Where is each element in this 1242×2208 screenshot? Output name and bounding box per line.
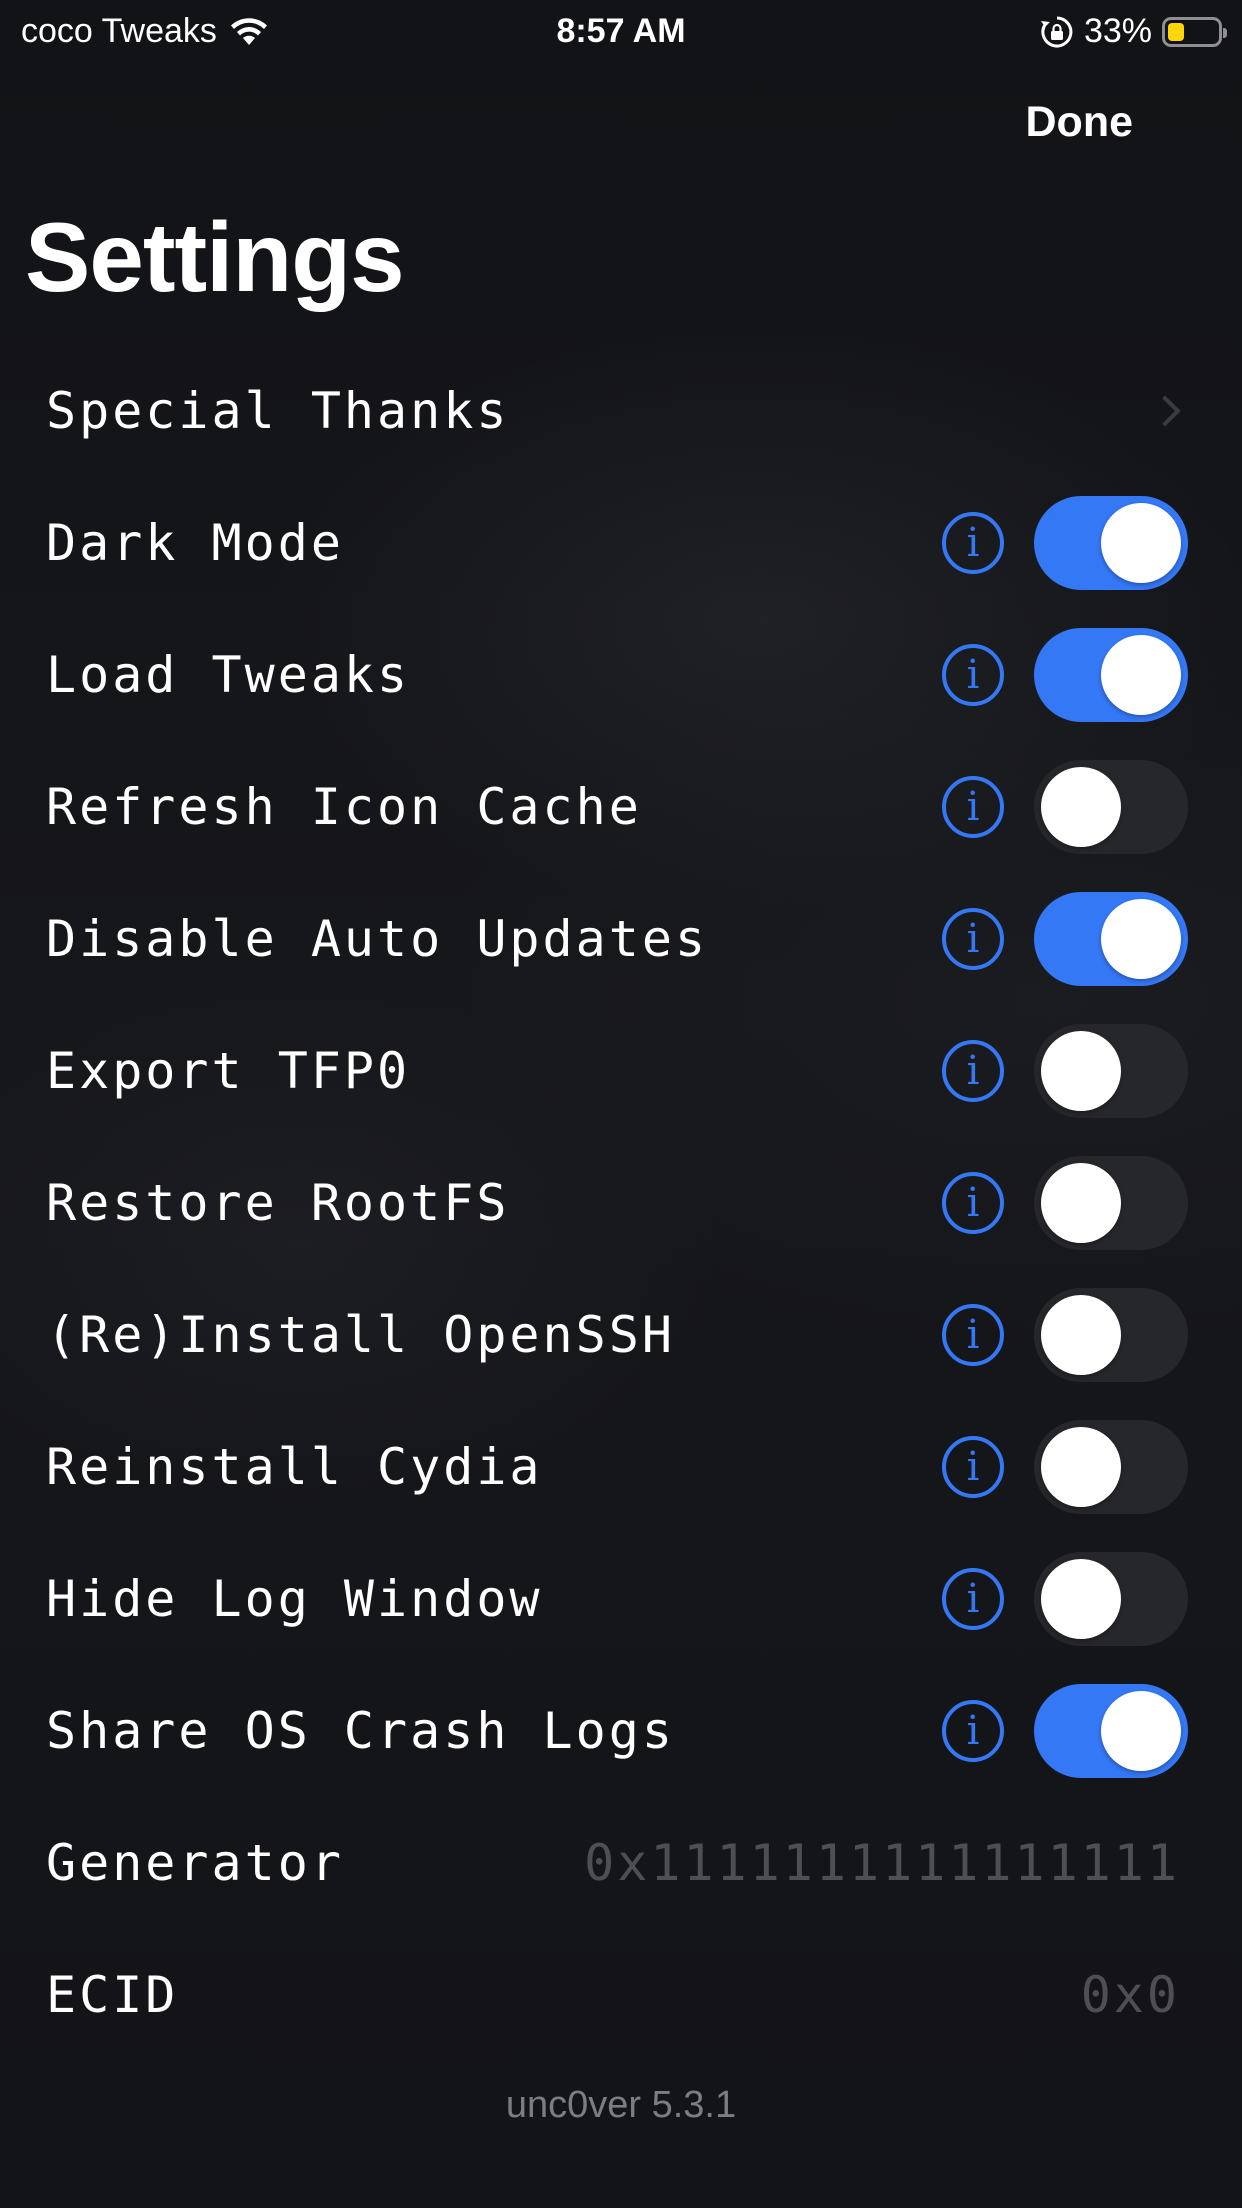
info-icon[interactable]: i bbox=[942, 776, 1004, 838]
info-icon[interactable]: i bbox=[942, 1172, 1004, 1234]
battery-percent: 33% bbox=[1083, 12, 1152, 50]
row-hide-log-window: Hide Log Window i bbox=[0, 1533, 1242, 1665]
toggle-knob bbox=[1041, 1295, 1121, 1375]
dark-mode-toggle[interactable] bbox=[1034, 496, 1188, 590]
info-icon[interactable]: i bbox=[942, 1568, 1004, 1630]
row-label: Reinstall Cydia bbox=[46, 1438, 543, 1496]
orientation-lock-icon bbox=[1040, 16, 1073, 47]
toggle-knob bbox=[1101, 635, 1181, 715]
row-label: Share OS Crash Logs bbox=[46, 1702, 675, 1760]
row-ecid[interactable]: ECID 0x0 bbox=[0, 1929, 1242, 2061]
row-disable-auto-updates: Disable Auto Updates i bbox=[0, 873, 1242, 1005]
row-label: Export TFP0 bbox=[46, 1042, 411, 1100]
row-label: Generator bbox=[46, 1834, 344, 1892]
toggle-knob bbox=[1041, 767, 1121, 847]
battery-icon bbox=[1162, 16, 1227, 47]
chevron-right-icon bbox=[1149, 395, 1181, 427]
version-label: unc0ver 5.3.1 bbox=[505, 2084, 737, 2126]
row-restore-rootfs: Restore RootFS i bbox=[0, 1137, 1242, 1269]
row-label: Disable Auto Updates bbox=[46, 910, 709, 968]
info-icon[interactable]: i bbox=[942, 908, 1004, 970]
load-tweaks-toggle[interactable] bbox=[1034, 628, 1188, 722]
reinstall-cydia-toggle[interactable] bbox=[1034, 1420, 1188, 1514]
row-label: Restore RootFS bbox=[46, 1174, 510, 1232]
row-load-tweaks: Load Tweaks i bbox=[0, 609, 1242, 741]
row-reinstall-cydia: Reinstall Cydia i bbox=[0, 1401, 1242, 1533]
row-generator[interactable]: Generator 0x1111111111111111 bbox=[0, 1797, 1242, 1929]
done-button[interactable]: Done bbox=[1026, 98, 1134, 147]
disable-auto-updates-toggle[interactable] bbox=[1034, 892, 1188, 986]
row-label: Dark Mode bbox=[46, 514, 344, 572]
toggle-knob bbox=[1041, 1163, 1121, 1243]
share-crash-logs-toggle[interactable] bbox=[1034, 1684, 1188, 1778]
row-reinstall-openssh: (Re)Install OpenSSH i bbox=[0, 1269, 1242, 1401]
toggle-knob bbox=[1101, 899, 1181, 979]
info-icon[interactable]: i bbox=[942, 1040, 1004, 1102]
toggle-knob bbox=[1101, 503, 1181, 583]
toggle-knob bbox=[1101, 1691, 1181, 1771]
status-bar: coco Tweaks 8:57 AM 33% bbox=[0, 0, 1242, 64]
row-special-thanks[interactable]: Special Thanks bbox=[0, 345, 1242, 477]
restore-rootfs-toggle[interactable] bbox=[1034, 1156, 1188, 1250]
info-icon[interactable]: i bbox=[942, 644, 1004, 706]
toggle-knob bbox=[1041, 1031, 1121, 1111]
row-share-crash-logs: Share OS Crash Logs i bbox=[0, 1665, 1242, 1797]
ecid-value[interactable]: 0x0 bbox=[1081, 1966, 1180, 2024]
row-label: Refresh Icon Cache bbox=[46, 778, 642, 836]
info-icon[interactable]: i bbox=[942, 1304, 1004, 1366]
row-label: ECID bbox=[46, 1966, 179, 2024]
hide-log-window-toggle[interactable] bbox=[1034, 1552, 1188, 1646]
export-tfp0-toggle[interactable] bbox=[1034, 1024, 1188, 1118]
row-label: Special Thanks bbox=[46, 382, 510, 440]
row-label: (Re)Install OpenSSH bbox=[46, 1306, 675, 1364]
info-icon[interactable]: i bbox=[942, 1700, 1004, 1762]
reinstall-openssh-toggle[interactable] bbox=[1034, 1288, 1188, 1382]
toggle-knob bbox=[1041, 1559, 1121, 1639]
row-label: Hide Log Window bbox=[46, 1570, 543, 1628]
toggle-knob bbox=[1041, 1427, 1121, 1507]
status-right: 33% bbox=[1040, 12, 1227, 51]
battery-level bbox=[1168, 22, 1184, 41]
row-refresh-icon-cache: Refresh Icon Cache i bbox=[0, 741, 1242, 873]
row-dark-mode: Dark Mode i bbox=[0, 477, 1242, 609]
settings-list: Special Thanks Dark Mode i Load Tweaks i… bbox=[0, 345, 1242, 2061]
generator-value[interactable]: 0x1111111111111111 bbox=[584, 1834, 1180, 1892]
row-label: Load Tweaks bbox=[46, 646, 411, 704]
info-icon[interactable]: i bbox=[942, 1436, 1004, 1498]
refresh-icon-cache-toggle[interactable] bbox=[1034, 760, 1188, 854]
row-export-tfp0: Export TFP0 i bbox=[0, 1005, 1242, 1137]
page-title: Settings bbox=[25, 202, 405, 312]
info-icon[interactable]: i bbox=[942, 512, 1004, 574]
